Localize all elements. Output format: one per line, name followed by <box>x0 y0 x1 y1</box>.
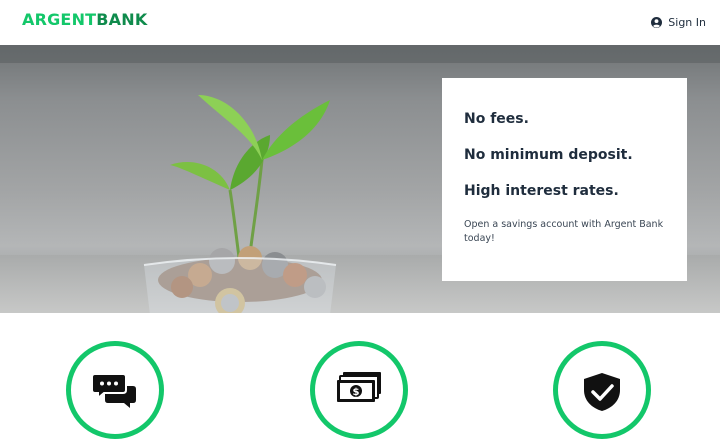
promo-line-3: High interest rates. <box>464 183 619 199</box>
shield-icon <box>584 373 620 411</box>
promo-card: No fees. No minimum deposit. High intere… <box>442 78 687 281</box>
logo[interactable]: ARGENTBANK <box>22 10 147 30</box>
feature-money: $ <box>310 341 408 439</box>
top-nav: ARGENTBANK Sign In <box>0 0 720 46</box>
promo-line-2: No minimum deposit. <box>464 147 633 163</box>
sign-in-label: Sign In <box>668 15 706 29</box>
features-section: $ <box>0 313 720 439</box>
hero-banner: No fees. No minimum deposit. High intere… <box>0 45 720 313</box>
plant-in-coin-jar-image <box>143 95 337 313</box>
feature-chat <box>66 341 164 439</box>
background-shelf <box>0 45 720 63</box>
user-circle-icon <box>651 16 663 28</box>
logo-text-argent: ARGENT <box>22 10 97 29</box>
promo-subtext: Open a savings account with Argent Bank … <box>464 219 664 244</box>
feature-security <box>553 341 651 439</box>
logo-text-bank: BANK <box>96 10 148 29</box>
promo-line-1: No fees. <box>464 111 529 127</box>
svg-text:$: $ <box>353 387 360 398</box>
money-icon: $ <box>337 372 381 402</box>
chat-icon <box>93 373 136 408</box>
sign-in-link[interactable]: Sign In <box>651 13 706 31</box>
